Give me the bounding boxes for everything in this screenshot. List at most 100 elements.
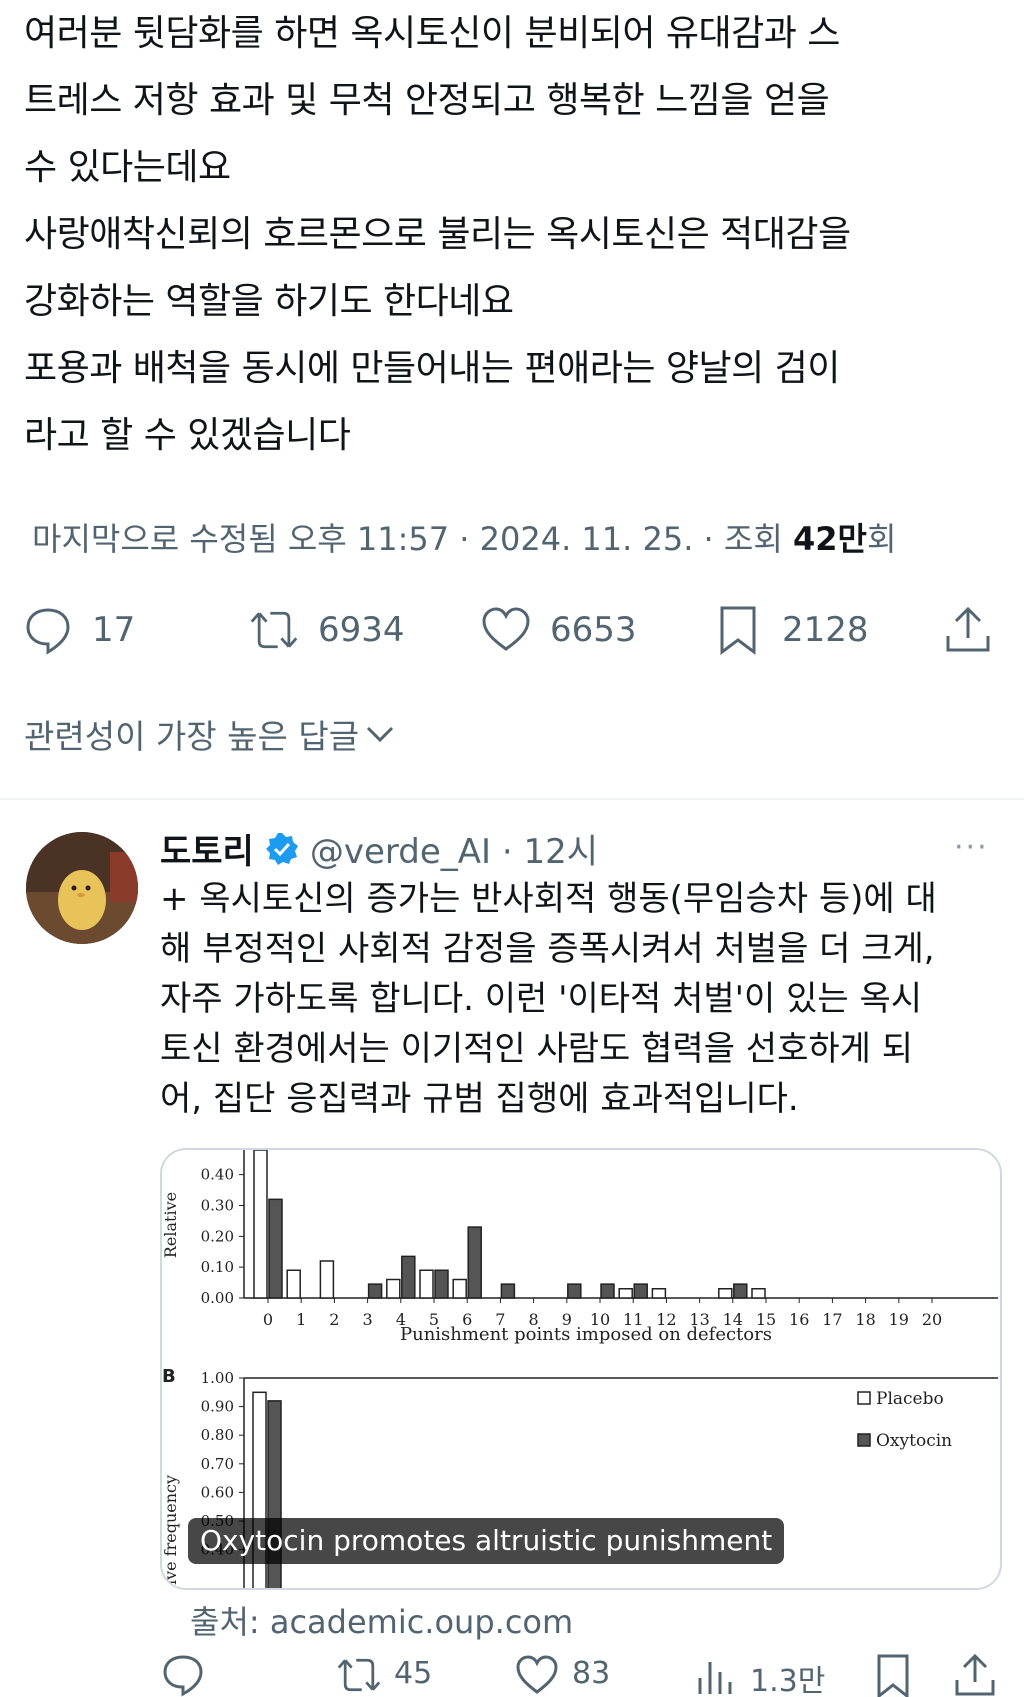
x-tick-label: 16 (789, 1310, 809, 1329)
reply-share-button[interactable] (952, 1652, 998, 1697)
reply-text-line: 해 부정적인 사회적 감정을 증폭시켜서 처벌을 더 크게, (160, 929, 935, 969)
bar-oxytocin (434, 1269, 449, 1299)
post-text-line: 여러분 뒷담화를 하면 옥시토신이 분비되어 유대감과 스 (24, 13, 840, 54)
reply-action-bar: 45 83 1.3만 (0, 1652, 1024, 1697)
y-tick-label: 0.90 (201, 1398, 234, 1416)
y-tick-label: 0.00 (201, 1289, 234, 1307)
bar-placebo (651, 1288, 667, 1299)
legend-label-oxytocin: Oxytocin (876, 1431, 952, 1451)
reply-views-button[interactable]: 1.3만 (692, 1652, 825, 1697)
post-timestamp: 마지막으로 수정됨 오후 11:57 · 2024. 11. 25. · 조회 (32, 520, 793, 558)
like-button[interactable]: 6653 (480, 598, 637, 662)
x-axis-label: Punishment points imposed on defectors (400, 1324, 772, 1345)
repost-button[interactable]: 6934 (248, 598, 405, 662)
reply-text-line: + 옥시토신의 증가는 반사회적 행동(무임승차 등)에 대 (160, 879, 937, 919)
reply-views-count: 1.3만 (750, 1664, 826, 1697)
reply-count: 17 (92, 610, 136, 650)
repost-icon (250, 611, 298, 649)
post-text-line: 트레스 저항 효과 및 무척 안정되고 행복한 느낌을 얻을 (24, 80, 830, 121)
reply-header: 도토리 @verde_AI · 12시 (160, 824, 598, 873)
bar-placebo (253, 1150, 268, 1299)
bar-oxytocin (633, 1283, 648, 1299)
bookmark-icon (877, 1654, 909, 1697)
post-action-bar: 17 6934 6653 2128 (0, 598, 1024, 662)
heart-icon (516, 1655, 558, 1694)
post-text-line: 포용과 배척을 동시에 만들어내는 편애라는 양날의 검이 (24, 348, 840, 389)
bar-placebo (419, 1269, 434, 1299)
bar-oxytocin (600, 1283, 615, 1299)
reply-text-line: 토신 환경에서는 이기적인 사람도 협력을 선호하게 되 (160, 1029, 914, 1069)
reply-author-handle[interactable]: @verde_AI · 12시 (310, 824, 598, 873)
reply-like-count: 83 (572, 1656, 611, 1691)
post-text-line: 사랑애착신뢰의 호르몬으로 불리는 옥시토신은 적대감을 (24, 214, 851, 255)
bar-placebo (319, 1260, 335, 1299)
legend-swatch-oxytocin (857, 1433, 871, 1447)
bar-placebo (386, 1278, 401, 1299)
reply-text-line: 어, 집단 응집력과 규범 집행에 효과적입니다. (160, 1079, 799, 1119)
bookmark-icon (720, 606, 756, 655)
reply-like-button[interactable]: 83 (514, 1652, 610, 1697)
bookmark-button[interactable]: 2128 (712, 598, 869, 662)
bar-placebo (286, 1269, 301, 1299)
reply-reply-button[interactable] (160, 1652, 206, 1697)
bar-placebo (452, 1278, 467, 1299)
heart-icon (482, 607, 530, 651)
bar-placebo (618, 1288, 633, 1299)
x-tick-label: 2 (329, 1310, 339, 1329)
reply-bookmark-button[interactable] (870, 1652, 916, 1697)
post-text: 여러분 뒷담화를 하면 옥시토신이 분비되어 유대감과 스 트레스 저항 효과 … (24, 0, 1004, 469)
reply-author-name[interactable]: 도토리 (160, 824, 254, 873)
view-count[interactable]: 42만 (793, 520, 867, 558)
y-tick-label: 0.10 (201, 1258, 234, 1276)
link-card[interactable]: 0.00 0.10 0.20 0.30 0.40 Relative 0 1 2 3 4 5 6 7 8 9 10… (160, 1148, 1002, 1590)
x-tick-label: 19 (889, 1310, 909, 1329)
like-count: 6653 (550, 610, 637, 650)
repost-count: 6934 (318, 610, 405, 650)
reply-text-line: 자주 가하도록 합니다. 이런 '이타적 처벌'이 있는 옥시 (160, 979, 923, 1019)
bar-placebo (751, 1288, 766, 1299)
bar-oxytocin (567, 1283, 582, 1299)
x-tick-label: 3 (363, 1310, 373, 1329)
link-source[interactable]: 출처: academic.oup.com (190, 1597, 573, 1643)
y-tick-label: 0.60 (201, 1483, 234, 1501)
repost-icon (337, 1658, 381, 1692)
chevron-down-icon (367, 726, 394, 743)
bar-oxytocin (268, 1198, 283, 1299)
y-tick-label: 1.00 (201, 1369, 234, 1387)
share-icon (946, 606, 990, 652)
x-tick-label: 17 (822, 1310, 842, 1329)
x-tick-label: 18 (855, 1310, 875, 1329)
legend-swatch-placebo (857, 1391, 871, 1405)
bar-oxytocin (467, 1226, 482, 1299)
y-tick-label: 0.80 (201, 1426, 234, 1444)
post-text-line: 라고 할 수 있겠습니다 (24, 415, 351, 456)
x-tick-label: 20 (922, 1310, 942, 1329)
more-options-icon[interactable]: ··· (954, 830, 989, 865)
bar-placebo (718, 1288, 733, 1299)
post-text-line: 수 있다는데요 (24, 147, 231, 188)
reply-icon (26, 608, 70, 655)
bar-oxytocin (367, 1283, 383, 1299)
chart-panel-a: 0.000.100.200.300.40Relative0 1 2 3 4 5 6 7 8 9 10… (162, 1150, 998, 1345)
reply-repost-button[interactable]: 45 (336, 1652, 432, 1697)
y-tick-label: 0.30 (201, 1197, 234, 1215)
post-text-line: 강화하는 역할을 하기도 한다네요 (24, 281, 514, 322)
y-tick-label: 0.70 (201, 1455, 234, 1473)
y-axis-label: Relative (162, 1192, 180, 1258)
analytics-icon (698, 1662, 732, 1694)
panel-label-b: B (162, 1366, 176, 1387)
share-button[interactable] (942, 598, 994, 662)
verified-badge-icon (265, 832, 298, 865)
y-tick-label: 0.40 (201, 1166, 234, 1184)
legend-label-placebo: Placebo (876, 1389, 944, 1409)
x-tick-label: 0 (263, 1310, 273, 1329)
y-axis-label: ive frequency (162, 1475, 180, 1585)
bar-oxytocin (733, 1283, 748, 1299)
reply-sort-selector[interactable]: 관련성이 가장 높은 답글 (24, 710, 397, 758)
reply-text: + 옥시토신의 증가는 반사회적 행동(무임승차 등)에 대 해 부정적인 사회… (160, 874, 1000, 1124)
post-meta: 마지막으로 수정됨 오후 11:57 · 2024. 11. 25. · 조회 … (32, 514, 896, 560)
reply-repost-count: 45 (394, 1656, 433, 1691)
share-icon (955, 1653, 995, 1696)
avatar[interactable] (26, 832, 138, 944)
reply-button[interactable]: 17 (22, 598, 135, 662)
